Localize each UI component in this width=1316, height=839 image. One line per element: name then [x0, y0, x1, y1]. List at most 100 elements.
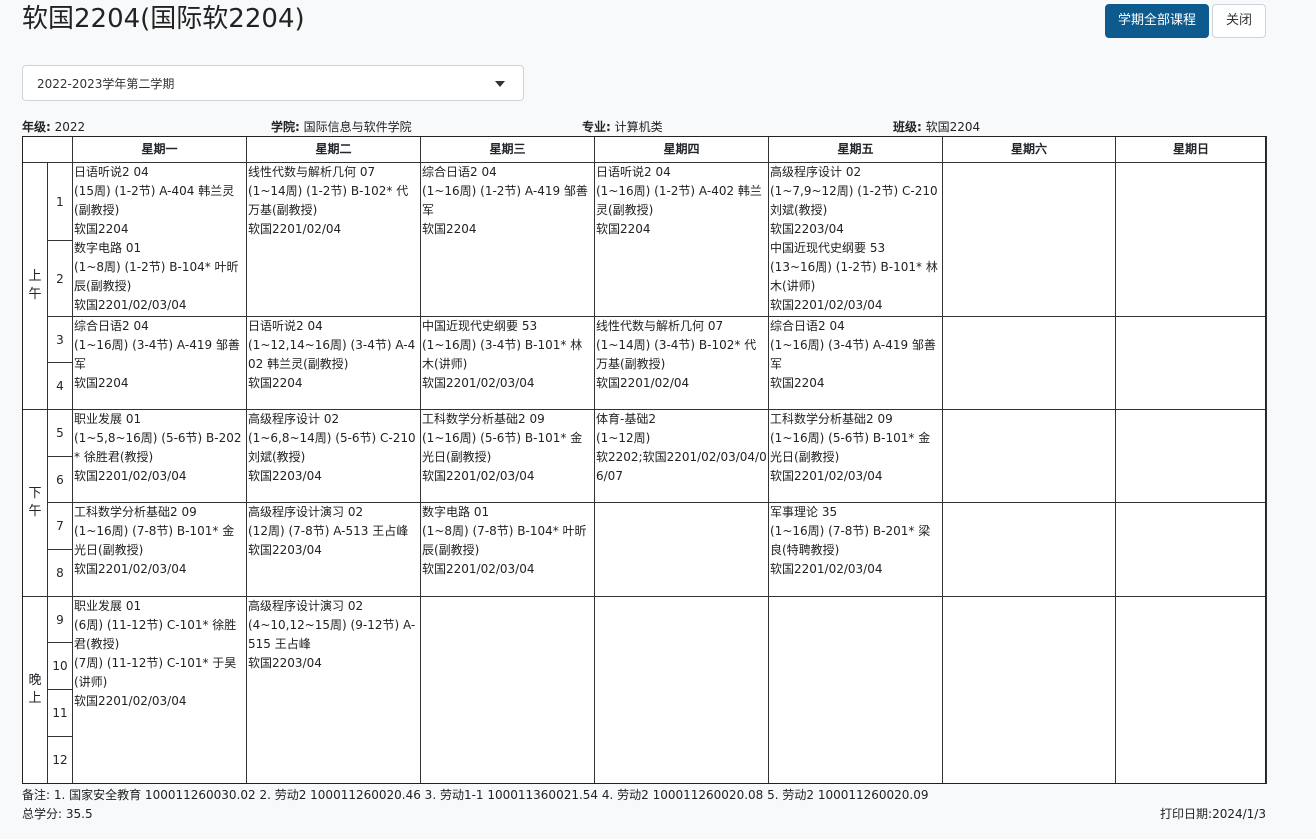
course-line: 体育-基础2 [596, 412, 656, 426]
course-line: 软国2203/04 [770, 222, 844, 236]
course-line: 中国近现代史纲要 53 [422, 319, 538, 333]
course-cell [1115, 596, 1267, 784]
course-line: (15周) (1-2节) A-404 韩兰灵(副教授) [74, 184, 235, 217]
course-cell-thu_34: 线性代数与解析几何 07 (1~14周) (3-4节) B-102* 代万基(副教… [594, 316, 769, 410]
course-cell-mon_12: 日语听说2 04 (15周) (1-2节) A-404 韩兰灵(副教授) 软国220… [72, 162, 247, 317]
header-corner [22, 136, 73, 163]
course-line: (1~6,8~14周) (5-6节) C-210 刘斌(教授) [248, 431, 416, 464]
course-line: (12周) (7-8节) A-513 王占峰 [248, 524, 409, 538]
chevron-down-icon [495, 81, 505, 87]
course-cell-tue_78: 高级程序设计演习 02 (12周) (7-8节) A-513 王占峰 软国2203/… [246, 502, 421, 597]
course-line: 软国2201/02/03/04 [74, 469, 187, 483]
period-number: 9 [47, 596, 73, 643]
day-header: 星期一 [72, 136, 247, 163]
course-line: (1~16周) (7-8节) B-201* 梁良(特聘教授) [770, 524, 931, 557]
course-line: (7周) (11-12节) C-101* 于昊(讲师) [74, 656, 237, 689]
day-header: 星期日 [1115, 136, 1267, 163]
period-number: 3 [47, 316, 73, 363]
course-line: (1~12,14~16周) (3-4节) A-402 韩兰灵(副教授) [248, 338, 416, 371]
course-cell [594, 502, 769, 597]
course-cell-wed_56: 工科数学分析基础2 09 (1~16周) (5-6节) B-101* 金光日(副教… [420, 409, 595, 503]
course-line: 软国2201/02/04 [596, 376, 690, 390]
course-line: (1~8周) (1-2节) B-104* 叶昕辰(副教授) [74, 260, 239, 293]
course-line: (4~10,12~15周) (9-12节) A-515 王占峰 [248, 618, 416, 651]
course-line: 高级程序设计 02 [248, 412, 340, 426]
course-line: 软国2201/02/03/04 [770, 298, 883, 312]
course-line: (1~14周) (1-2节) B-102* 代万基(副教授) [248, 184, 409, 217]
course-cell-mon_78: 工科数学分析基础2 09 (1~16周) (7-8节) B-101* 金光日(副教… [72, 502, 247, 597]
course-line: (1~16周) (5-6节) B-101* 金光日(副教授) [422, 431, 583, 464]
day-header: 星期六 [942, 136, 1116, 163]
class-info: 班级: 软国2204 [893, 120, 981, 134]
period-number: 11 [47, 689, 73, 737]
course-line: 软国2204 [248, 376, 303, 390]
course-cell-mon_56: 职业发展 01 (1~5,8~16周) (5-6节) B-202* 徐胜君(教授)… [72, 409, 247, 503]
course-cell [1115, 502, 1267, 597]
course-line: (1~16周) (3-4节) A-419 邹善军 [770, 338, 936, 371]
course-cell [942, 409, 1116, 503]
period-number: 4 [47, 362, 73, 410]
course-line: 中国近现代史纲要 53 [770, 241, 886, 255]
course-cell [942, 502, 1116, 597]
course-cell [594, 596, 769, 784]
course-line: 软国2201/02/03/04 [770, 562, 883, 576]
semester-select-value: 2022-2023学年第二学期 [37, 77, 175, 91]
course-line: 软国2203/04 [248, 656, 322, 670]
major-info: 专业: 计算机类 [582, 120, 663, 134]
course-line: (1~16周) (7-8节) B-101* 金光日(副教授) [74, 524, 235, 557]
course-cell [942, 596, 1116, 784]
period-number: 8 [47, 549, 73, 597]
course-line: 软国2201/02/03/04 [74, 298, 187, 312]
semester-select[interactable]: 2022-2023学年第二学期 [22, 65, 524, 101]
course-cell-wed_12: 综合日语2 04 (1~16周) (1-2节) A-419 邹善军 软国2204 [420, 162, 595, 317]
session-label: 下午 [22, 409, 48, 597]
course-line: 工科数学分析基础2 09 [422, 412, 545, 426]
course-line: 软国2201/02/03/04 [770, 469, 883, 483]
course-cell-tue_eve: 高级程序设计演习 02 (4~10,12~15周) (9-12节) A-515 王… [246, 596, 421, 784]
course-line: 线性代数与解析几何 07 [596, 319, 724, 333]
session-label: 晚上 [22, 596, 48, 784]
course-line: (6周) (11-12节) C-101* 徐胜君(教授) [74, 618, 237, 651]
course-cell-wed_34: 中国近现代史纲要 53 (1~16周) (3-4节) B-101* 林木(讲师) 软… [420, 316, 595, 410]
course-line: 软国2204 [74, 376, 129, 390]
course-cell [420, 596, 595, 784]
course-line: 综合日语2 04 [770, 319, 845, 333]
course-line: 工科数学分析基础2 09 [74, 505, 197, 519]
course-line: 软国2201/02/03/04 [74, 562, 187, 576]
course-line: 工科数学分析基础2 09 [770, 412, 893, 426]
day-header: 星期三 [420, 136, 595, 163]
course-line: 软国2201/02/03/04 [422, 469, 535, 483]
course-line: 综合日语2 04 [422, 165, 497, 179]
course-cell [942, 316, 1116, 410]
close-button[interactable]: 关闭 [1212, 4, 1266, 38]
period-number: 2 [47, 240, 73, 317]
course-cell-thu_12: 日语听说2 04 (1~16周) (1-2节) A-402 韩兰灵(副教授) 软国2… [594, 162, 769, 317]
course-line: 软国2204 [74, 222, 129, 236]
total-credits: 总学分: 35.5 [22, 807, 93, 821]
period-number: 10 [47, 642, 73, 690]
period-number: 5 [47, 409, 73, 457]
course-line: (1~16周) (3-4节) A-419 邹善军 [74, 338, 240, 371]
course-cell [1115, 409, 1267, 503]
course-line: 职业发展 01 [74, 412, 142, 426]
course-line: (13~16周) (1-2节) B-101* 林木(讲师) [770, 260, 938, 293]
course-line: (1~12周) [596, 431, 651, 445]
course-cell-fri_56: 工科数学分析基础2 09 (1~16周) (5-6节) B-101* 金光日(副教… [768, 409, 943, 503]
course-line: 软国2203/04 [248, 469, 322, 483]
course-cell-fri_34: 综合日语2 04 (1~16周) (3-4节) A-419 邹善军 软国2204 [768, 316, 943, 410]
course-cell-tue_34: 日语听说2 04 (1~12,14~16周) (3-4节) A-402 韩兰灵(副… [246, 316, 421, 410]
all-semester-courses-button[interactable]: 学期全部课程 [1105, 4, 1209, 38]
course-line: 高级程序设计演习 02 [248, 505, 364, 519]
notes: 备注: 1. 国家安全教育 100011260030.02 2. 劳动2 100… [22, 788, 929, 802]
course-line: 数字电路 01 [74, 241, 142, 255]
course-cell-fri_12: 高级程序设计 02 (1~7,9~12周) (1-2节) C-210 刘斌(教授)… [768, 162, 943, 317]
course-line: (1~14周) (3-4节) B-102* 代万基(副教授) [596, 338, 757, 371]
course-line: 日语听说2 04 [74, 165, 149, 179]
course-line: 高级程序设计 02 [770, 165, 862, 179]
course-line: 数字电路 01 [422, 505, 490, 519]
course-line: 职业发展 01 [74, 599, 142, 613]
course-line: 日语听说2 04 [248, 319, 323, 333]
course-cell [942, 162, 1116, 317]
course-cell-mon_eve: 职业发展 01 (6周) (11-12节) C-101* 徐胜君(教授) (7周) … [72, 596, 247, 784]
course-cell [1115, 316, 1267, 410]
